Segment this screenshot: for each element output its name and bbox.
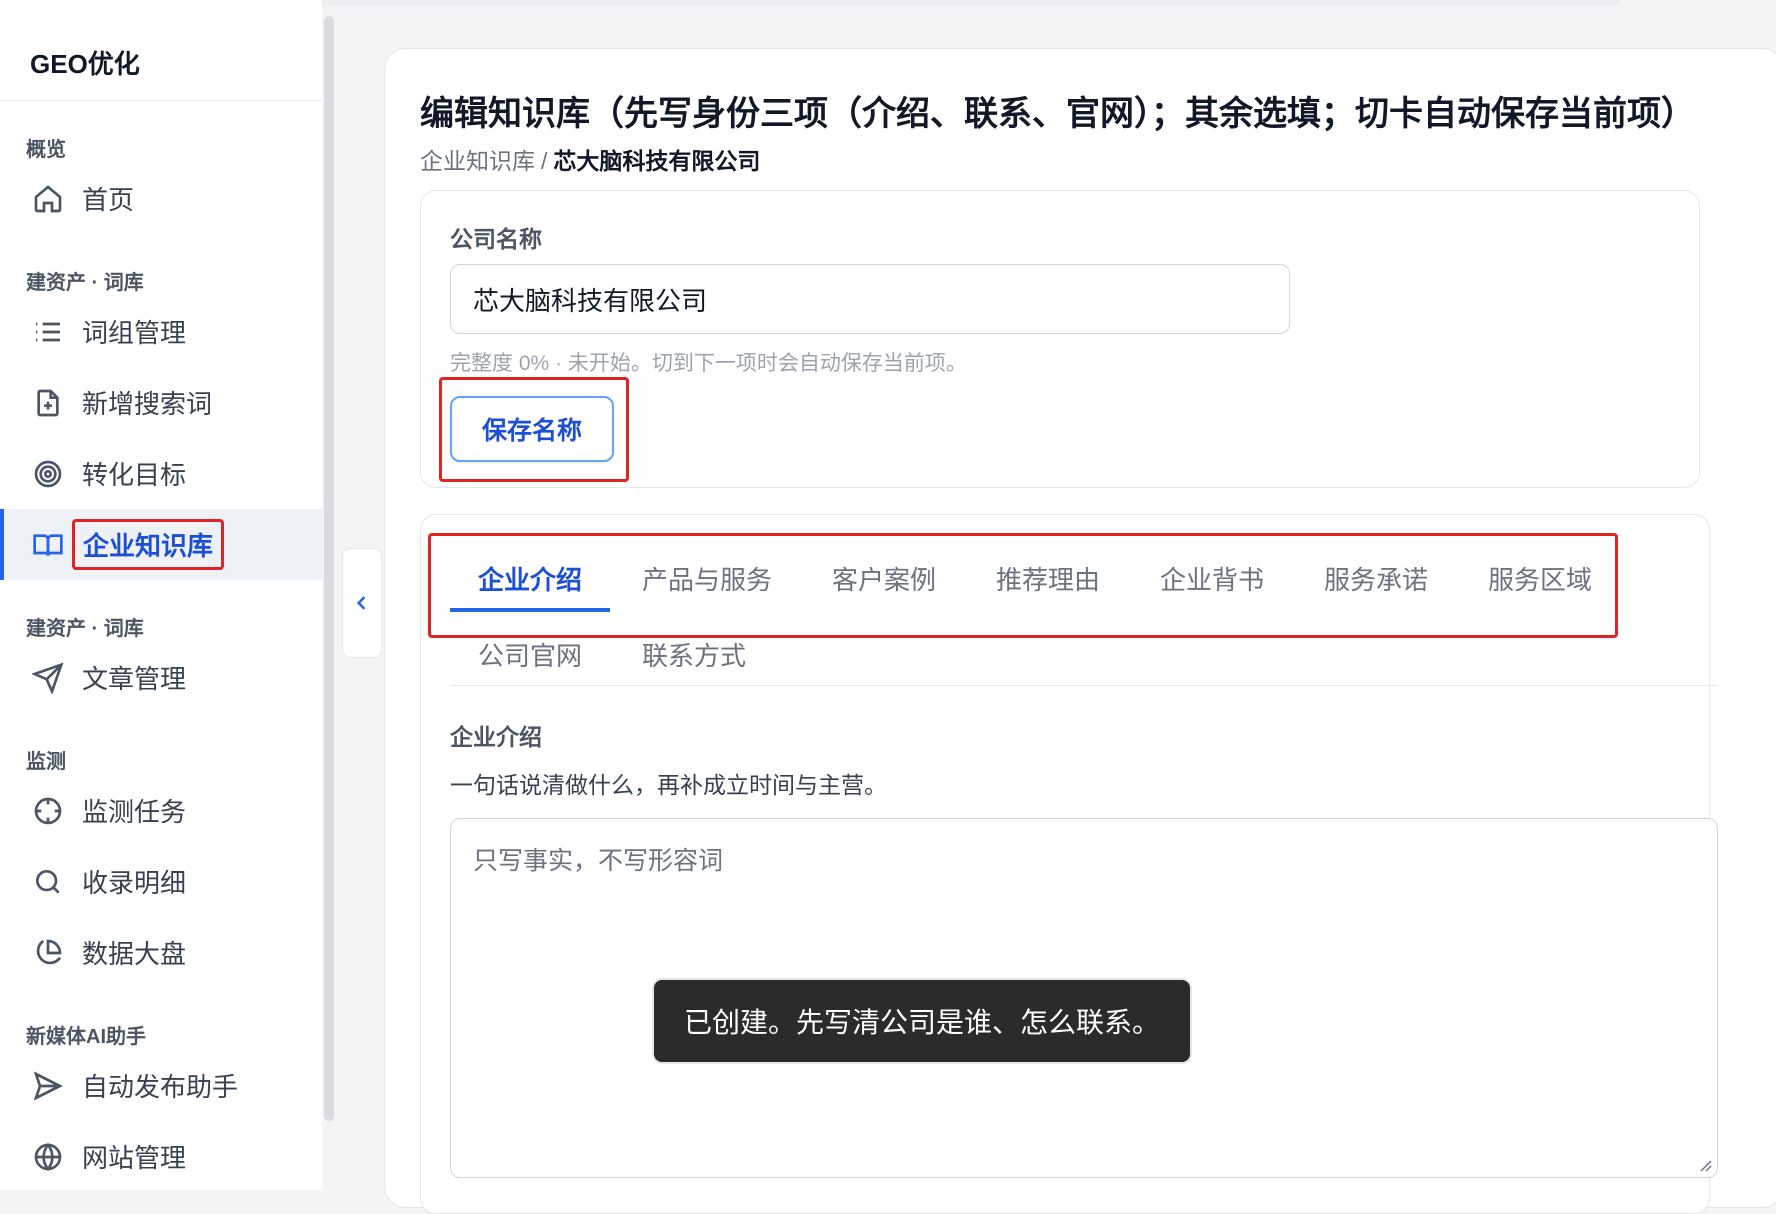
tab-contact[interactable]: 联系方式 — [642, 636, 746, 673]
section-title: 企业介绍 — [450, 724, 542, 750]
sidebar-item-index-details[interactable]: 收录明细 — [0, 846, 322, 917]
breadcrumb-current: 芯大脑科技有限公司 — [553, 148, 761, 174]
home-icon — [30, 181, 66, 217]
page-title: 编辑知识库（先写身份三项（介绍、联系、官网）；其余选填；切卡自动保存当前项） — [420, 95, 1695, 133]
list-icon — [30, 314, 66, 350]
sidebar-item-conversion-goals[interactable]: 转化目标 — [0, 438, 322, 509]
sidebar-item-monitor-tasks[interactable]: 监测任务 — [0, 775, 322, 846]
section-description: 一句话说清做什么，再补成立时间与主营。 — [450, 772, 887, 798]
save-name-button[interactable]: 保存名称 — [450, 396, 614, 462]
sidebar-item-site-management[interactable]: 网站管理 — [0, 1121, 322, 1192]
target-icon — [30, 456, 66, 492]
toast-message: 已创建。先写清公司是谁、怎么联系。 — [652, 978, 1192, 1064]
sidebar-item-label: 词组管理 — [82, 318, 187, 348]
active-tab-indicator — [450, 608, 610, 612]
sidebar-item-label: 数据大盘 — [82, 939, 187, 969]
company-name-input[interactable] — [450, 264, 1290, 334]
chevron-left-icon — [356, 596, 366, 610]
sidebar-item-label: 企业知识库 — [72, 519, 225, 570]
tabs-divider — [450, 685, 1718, 686]
tab-company-website[interactable]: 公司官网 — [478, 636, 582, 673]
nav-group-monitoring: 监测 — [26, 751, 66, 773]
sidebar: GEO优化 概览 首页 建资产 · 词库 词组管理 新增搜索词 转化目标 企业知… — [0, 0, 322, 1190]
collapse-sidebar-button[interactable] — [342, 548, 382, 658]
book-icon — [30, 527, 66, 563]
tab-service-commitment[interactable]: 服务承诺 — [1324, 560, 1428, 597]
company-name-label: 公司名称 — [450, 226, 542, 252]
search-icon — [30, 864, 66, 900]
tab-endorsements[interactable]: 企业背书 — [1160, 560, 1264, 597]
completeness-hint: 完整度 0% · 未开始。切到下一项时会自动保存当前项。 — [450, 352, 967, 375]
sidebar-item-phrase-management[interactable]: 词组管理 — [0, 296, 322, 367]
browser-top-strip — [160, 0, 1620, 6]
pie-chart-icon — [30, 935, 66, 971]
sidebar-item-label: 文章管理 — [82, 664, 187, 694]
breadcrumb: 企业知识库 / 芯大脑科技有限公司 — [420, 142, 760, 176]
nav-group-assets-2: 建资产 · 词库 — [26, 618, 144, 640]
crosshair-icon — [30, 793, 66, 829]
sidebar-item-article-management[interactable]: 文章管理 — [0, 642, 322, 713]
sidebar-item-label: 新增搜索词 — [82, 389, 213, 419]
sidebar-item-label: 自动发布助手 — [82, 1072, 239, 1102]
tab-customer-cases[interactable]: 客户案例 — [832, 560, 936, 597]
tab-service-area[interactable]: 服务区域 — [1488, 560, 1592, 597]
globe-icon — [30, 1139, 66, 1175]
sidebar-item-auto-publish[interactable]: 自动发布助手 — [0, 1050, 322, 1121]
nav-group-overview: 概览 — [26, 139, 66, 161]
breadcrumb-separator: / — [541, 148, 548, 174]
sidebar-scrollbar[interactable] — [324, 16, 334, 1121]
tab-products-services[interactable]: 产品与服务 — [642, 560, 772, 597]
sidebar-item-label: 首页 — [82, 185, 135, 215]
send-outline-icon — [30, 1068, 66, 1104]
sidebar-item-home[interactable]: 首页 — [0, 163, 322, 234]
sidebar-nav: 概览 首页 建资产 · 词库 词组管理 新增搜索词 转化目标 企业知识库 建资产… — [0, 101, 322, 1192]
sidebar-item-label: 监测任务 — [82, 797, 187, 827]
sidebar-item-add-search-term[interactable]: 新增搜索词 — [0, 367, 322, 438]
sidebar-item-label: 收录明细 — [82, 868, 187, 898]
tab-company-intro[interactable]: 企业介绍 — [478, 560, 582, 597]
file-plus-icon — [30, 385, 66, 421]
brand-logo: GEO优化 — [30, 49, 140, 79]
sidebar-item-knowledge-base[interactable]: 企业知识库 — [0, 509, 322, 580]
send-icon — [30, 660, 66, 696]
sidebar-item-label: 转化目标 — [82, 460, 187, 490]
nav-group-assets: 建资产 · 词库 — [26, 272, 144, 294]
tab-recommend-reasons[interactable]: 推荐理由 — [996, 560, 1100, 597]
breadcrumb-parent-link[interactable]: 企业知识库 — [420, 148, 535, 174]
sidebar-item-label: 网站管理 — [82, 1143, 187, 1173]
nav-group-new-media: 新媒体AI助手 — [26, 1026, 146, 1048]
resize-grip-icon[interactable] — [1698, 1158, 1712, 1172]
sidebar-item-data-dashboard[interactable]: 数据大盘 — [0, 917, 322, 988]
